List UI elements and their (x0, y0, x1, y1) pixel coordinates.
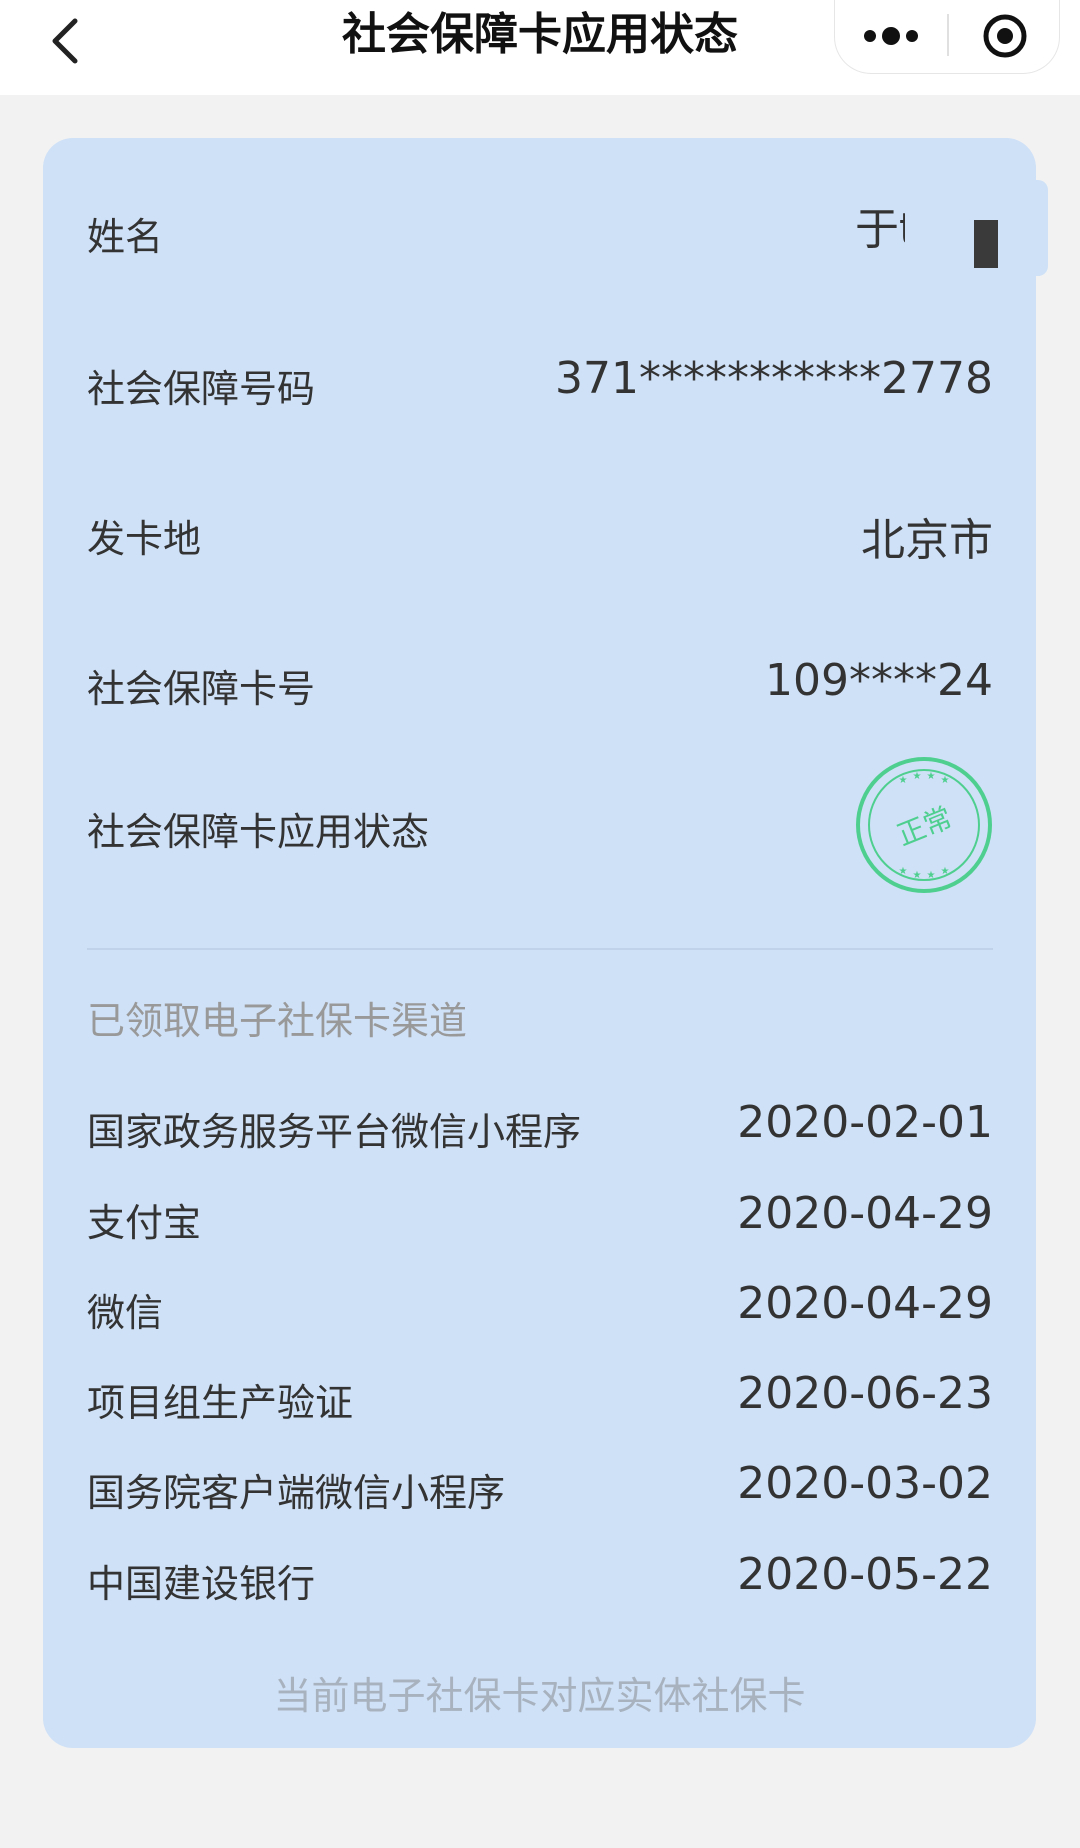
channel-date: 2020-03-02 (737, 1458, 993, 1509)
issue-place-value: 北京市 (861, 515, 993, 566)
channel-row: 微信 2020-04-29 (87, 1276, 993, 1336)
channel-name: 国家政务服务平台微信小程序 (87, 1110, 582, 1154)
svg-text:★: ★ (899, 775, 908, 786)
footer-note: 当前电子社保卡对应实体社保卡 (273, 1674, 806, 1718)
channel-row: 项目组生产验证 2020-06-23 (87, 1366, 993, 1426)
more-dots-icon (864, 27, 918, 45)
channel-date: 2020-06-23 (737, 1368, 993, 1419)
name-redaction-block (974, 220, 998, 268)
back-button[interactable] (30, 6, 100, 76)
ssn-row: 社会保障号码 371***********2778 (87, 350, 993, 411)
name-value: 于t (855, 204, 905, 255)
svg-text:★: ★ (927, 870, 936, 881)
ssn-value: 371***********2778 (555, 353, 993, 404)
channel-row: 中国建设银行 2020-05-22 (87, 1547, 993, 1607)
svg-text:★: ★ (941, 775, 950, 786)
channels-title: 已领取电子社保卡渠道 (87, 999, 468, 1043)
svg-text:★: ★ (913, 771, 922, 782)
channel-name: 中国建设银行 (87, 1562, 316, 1606)
close-button[interactable] (949, 0, 1061, 72)
channel-name: 国务院客户端微信小程序 (87, 1471, 506, 1515)
target-close-icon (983, 14, 1027, 58)
more-button[interactable] (835, 0, 947, 72)
channel-row: 国务院客户端微信小程序 2020-03-02 (87, 1456, 993, 1516)
svg-text:★: ★ (899, 866, 908, 877)
card-edge-tab (1036, 180, 1048, 276)
name-label: 姓名 (87, 215, 164, 259)
channel-date: 2020-04-29 (737, 1278, 993, 1329)
status-stamp: ★ ★ ★ ★ ★ ★ ★ ★ 正常 (856, 757, 992, 893)
channel-date: 2020-05-22 (737, 1549, 993, 1600)
channel-row: 国家政务服务平台微信小程序 2020-02-01 (87, 1095, 993, 1155)
section-divider (87, 948, 993, 950)
page-title: 社会保障卡应用状态 (342, 9, 738, 60)
svg-text:★: ★ (927, 771, 936, 782)
card-number-value: 109****24 (765, 655, 993, 706)
navigation-bar: 社会保障卡应用状态 (0, 0, 1080, 95)
channel-row: 支付宝 2020-04-29 (87, 1186, 993, 1246)
status-label: 社会保障卡应用状态 (87, 810, 430, 854)
svg-text:★: ★ (913, 870, 922, 881)
chevron-left-icon (52, 18, 78, 64)
channel-name: 支付宝 (87, 1201, 202, 1245)
ssn-label: 社会保障号码 (87, 367, 316, 411)
card-number-row: 社会保障卡号 109****24 (87, 652, 993, 712)
channel-name: 项目组生产验证 (87, 1381, 354, 1425)
channel-date: 2020-04-29 (737, 1188, 993, 1239)
channel-name: 微信 (87, 1291, 164, 1335)
card-number-label: 社会保障卡号 (87, 667, 316, 711)
mini-program-capsule (834, 0, 1060, 74)
channel-date: 2020-02-01 (737, 1097, 993, 1148)
issue-place-row: 发卡地 北京市 (87, 502, 993, 566)
status-stamp-text: 正常 (892, 801, 956, 853)
issue-place-label: 发卡地 (87, 517, 202, 561)
svg-text:★: ★ (941, 866, 950, 877)
